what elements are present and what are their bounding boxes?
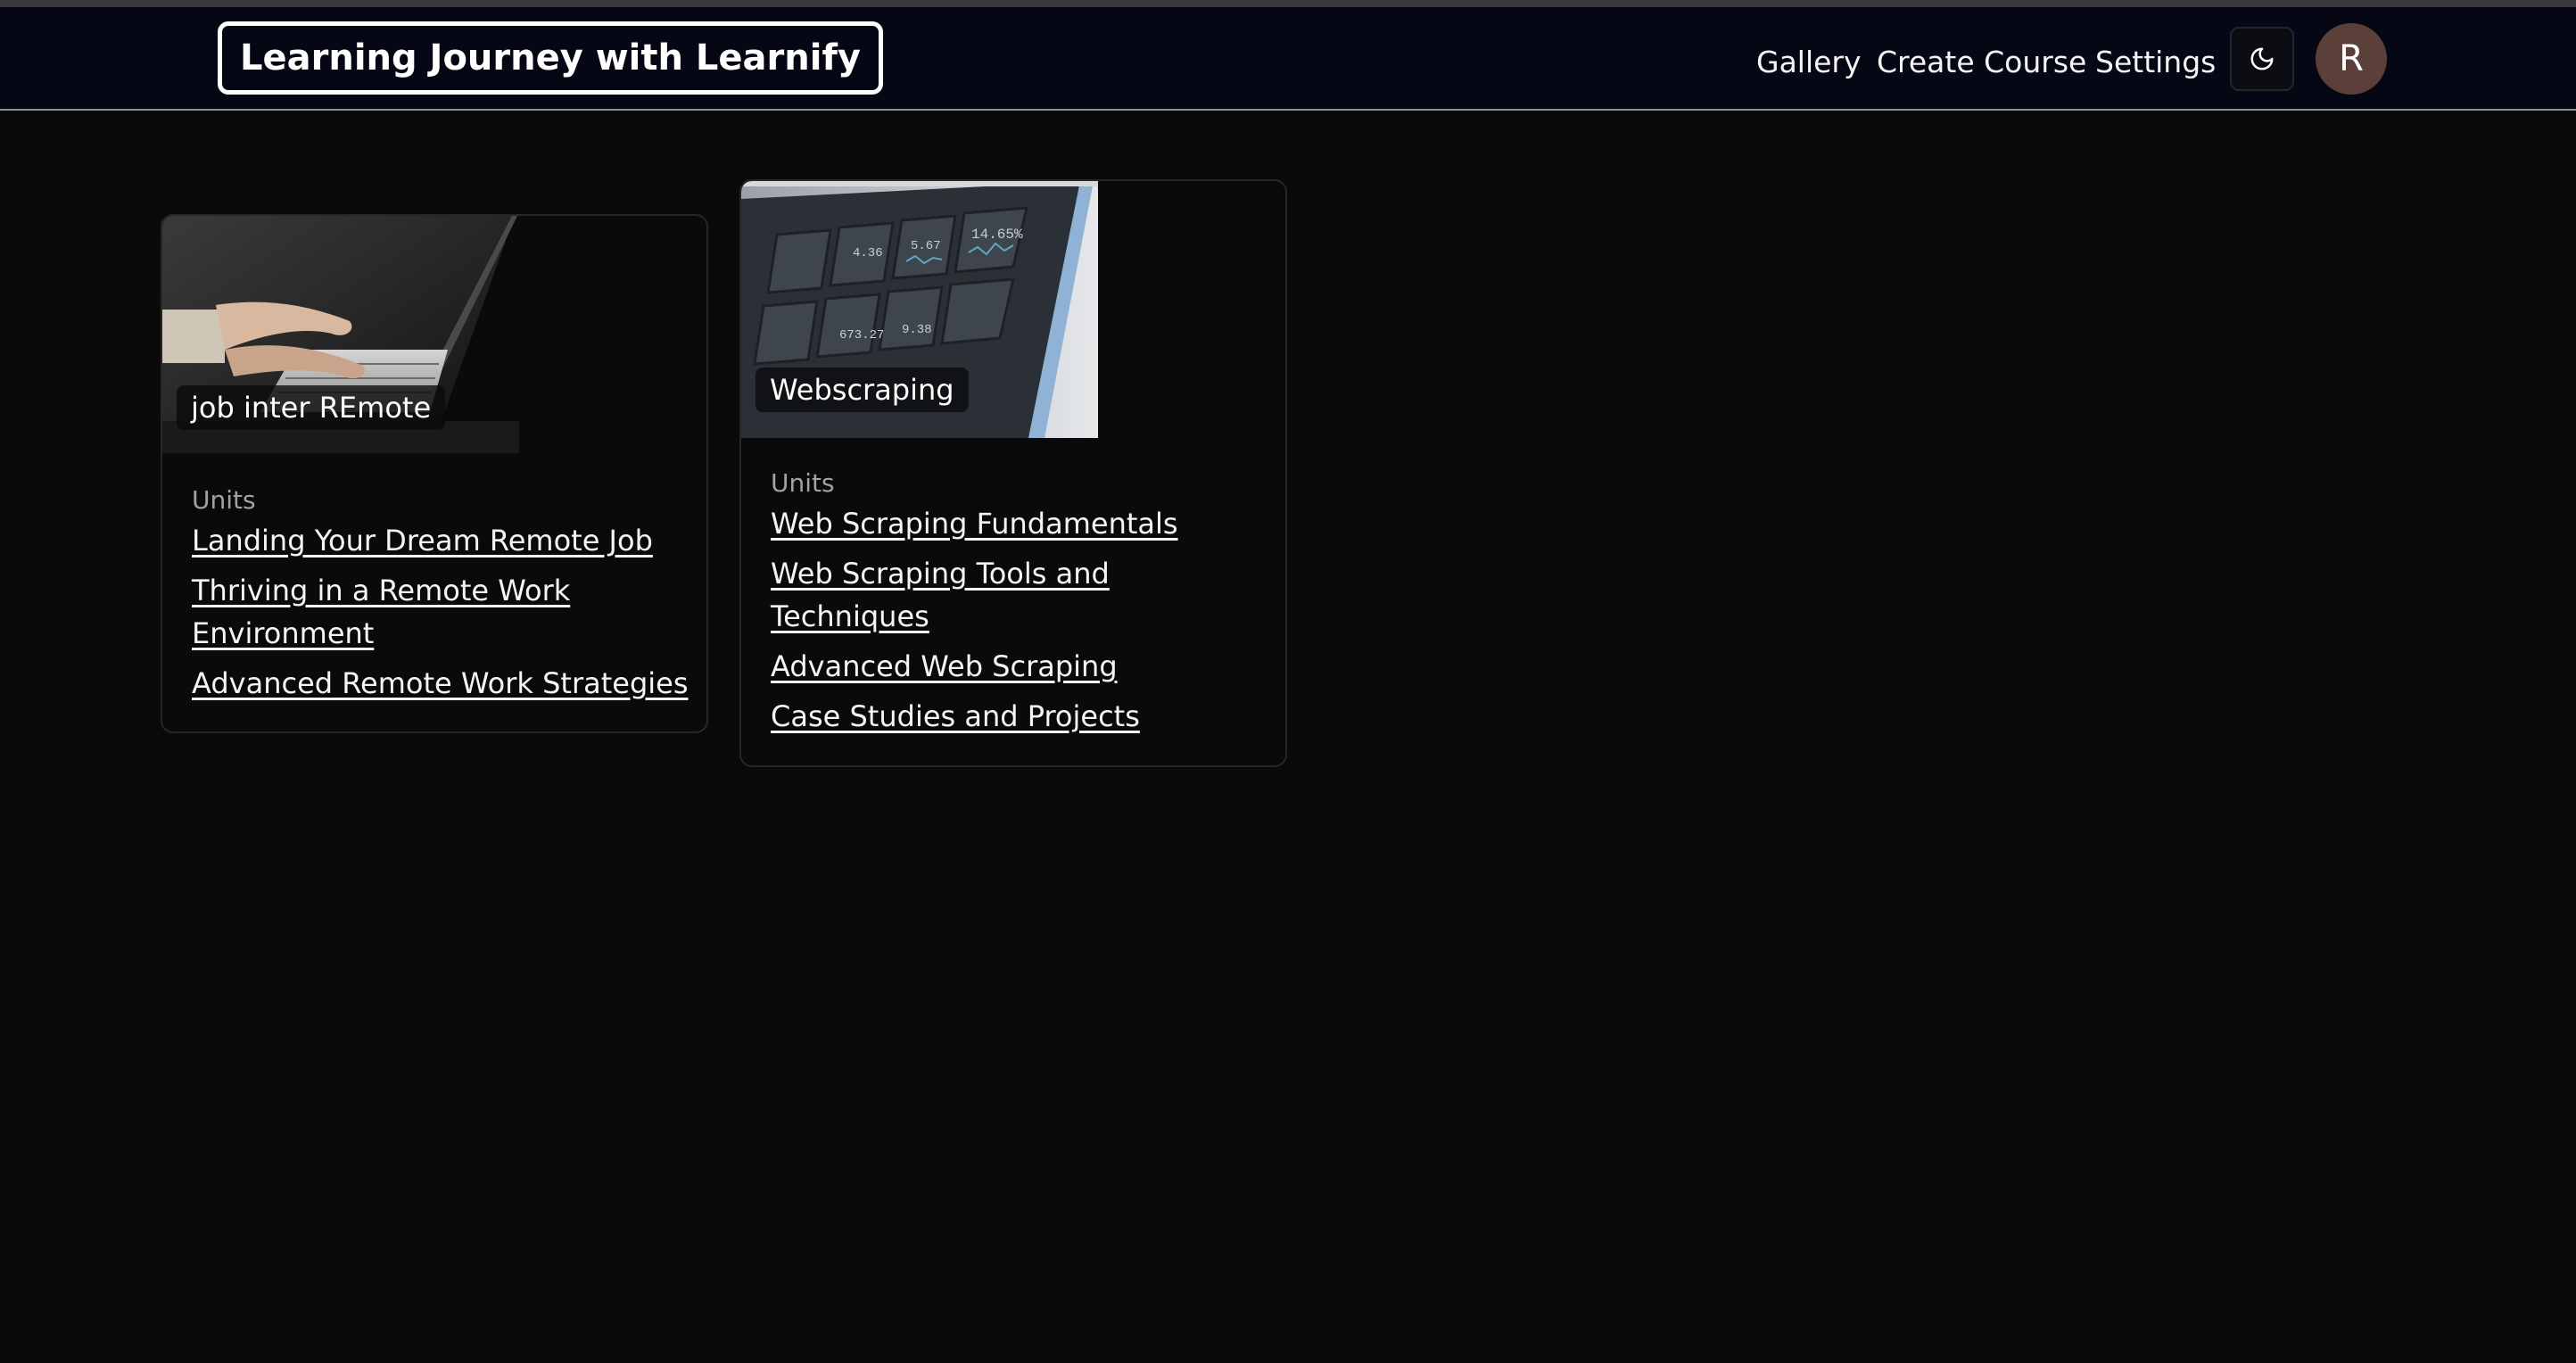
list-item: Thriving in a Remote Work Environment <box>192 569 691 655</box>
list-item: Advanced Web Scraping <box>771 645 1270 688</box>
browser-top-strip <box>0 0 2576 7</box>
nav-settings-link[interactable]: Settings <box>2095 43 2216 82</box>
unit-list: Web Scraping Fundamentals Web Scraping T… <box>771 502 1270 745</box>
moon-icon <box>2250 47 2274 70</box>
unit-link[interactable]: Web Scraping Fundamentals <box>771 507 1178 541</box>
list-item: Web Scraping Tools and Techniques <box>771 552 1270 638</box>
svg-text:9.38: 9.38 <box>902 323 932 337</box>
course-card: 14.65% 5.67 4.36 673.27 9.38 Webscraping… <box>739 179 1287 767</box>
nav-create-course-link[interactable]: Create Course <box>1877 43 2086 82</box>
list-item: Case Studies and Projects <box>771 695 1270 738</box>
user-avatar[interactable]: R <box>2316 23 2387 95</box>
svg-text:4.36: 4.36 <box>853 246 883 260</box>
navbar: Learning Journey with Learnify Gallery C… <box>0 7 2576 111</box>
svg-text:14.65%: 14.65% <box>971 227 1023 243</box>
unit-link[interactable]: Web Scraping Tools and Techniques <box>771 557 1110 633</box>
units-heading: Units <box>192 485 256 515</box>
unit-list: Landing Your Dream Remote Job Thriving i… <box>192 519 691 712</box>
units-heading: Units <box>771 468 835 498</box>
course-card: job inter REmote Units Landing Your Drea… <box>161 214 708 733</box>
unit-link[interactable]: Landing Your Dream Remote Job <box>192 524 653 558</box>
svg-text:5.67: 5.67 <box>911 239 941 253</box>
unit-link[interactable]: Case Studies and Projects <box>771 699 1140 733</box>
list-item: Web Scraping Fundamentals <box>771 502 1270 545</box>
course-title: Webscraping <box>755 368 969 412</box>
nav-gallery-link[interactable]: Gallery <box>1756 43 1862 82</box>
course-title: job inter REmote <box>177 385 446 430</box>
svg-text:673.27: 673.27 <box>839 328 884 343</box>
unit-link[interactable]: Advanced Remote Work Strategies <box>192 666 689 700</box>
brand-logo-link[interactable]: Learning Journey with Learnify <box>218 21 883 95</box>
list-item: Advanced Remote Work Strategies <box>192 662 691 705</box>
unit-link[interactable]: Advanced Web Scraping <box>771 649 1118 683</box>
list-item: Landing Your Dream Remote Job <box>192 519 691 562</box>
unit-link[interactable]: Thriving in a Remote Work Environment <box>192 574 570 650</box>
theme-toggle-button[interactable] <box>2230 27 2294 91</box>
